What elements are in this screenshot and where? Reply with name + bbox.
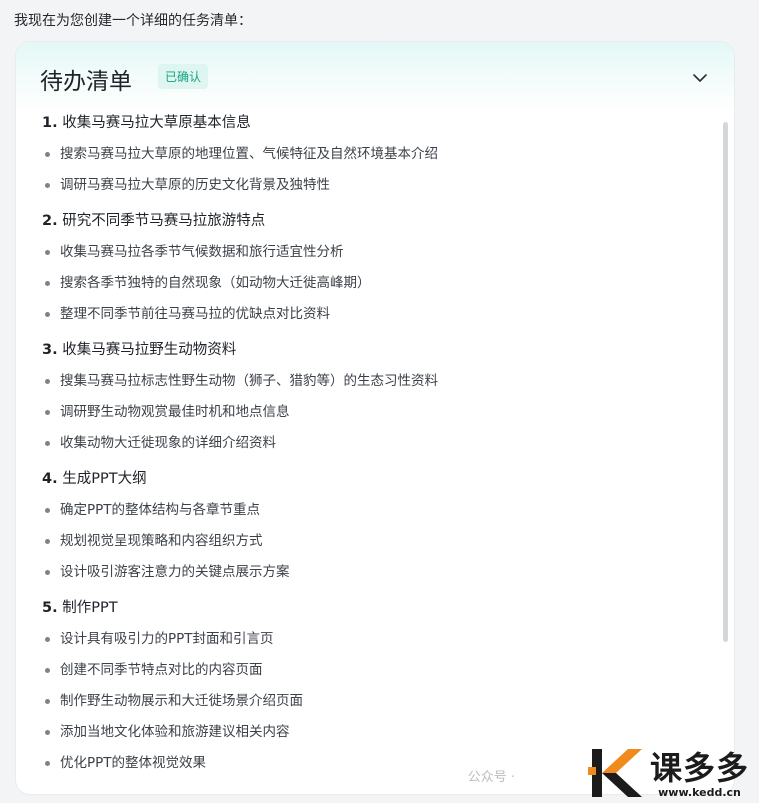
section-title-text: 收集马赛马拉野生动物资料: [62, 342, 237, 358]
logo-url-text: www.kedd.cn: [658, 786, 741, 799]
bullet-icon: [45, 730, 50, 735]
list-item-text: 添加当地文化体验和旅游建议相关内容: [60, 724, 290, 740]
section-number: 4.: [42, 471, 58, 487]
bullet-icon: [45, 761, 50, 766]
section-number: 1.: [42, 115, 58, 131]
bullet-icon: [45, 570, 50, 575]
section-title: 1. 收集马赛马拉大草原基本信息: [42, 108, 714, 139]
bullet-icon: [45, 281, 50, 286]
list-item: 收集动物大迁徙现象的详细介绍资料: [42, 428, 714, 459]
list-item: 规划视觉呈现策略和内容组织方式: [42, 526, 714, 557]
list-item-text: 搜索各季节独特的自然现象（如动物大迁徙高峰期）: [60, 275, 371, 291]
bullet-icon: [45, 441, 50, 446]
kedd-logo-icon: [587, 749, 642, 797]
list-item-text: 整理不同季节前往马赛马拉的优缺点对比资料: [60, 306, 330, 322]
section-title: 2. 研究不同季节马赛马拉旅游特点: [42, 206, 714, 237]
watermark-wechat-text: 公众号 ·: [467, 770, 515, 785]
watermark-logo: 课多多 www.kedd.cn: [587, 747, 749, 799]
card-header[interactable]: 待办清单 已确认: [16, 42, 734, 112]
list-item-text: 确定PPT的整体结构与各章节重点: [60, 502, 261, 518]
bullet-icon: [45, 312, 50, 317]
list-item: 调研马赛马拉大草原的历史文化背景及独特性: [42, 170, 714, 201]
list-item-text: 搜索马赛马拉大草原的地理位置、气候特征及自然环境基本介绍: [60, 146, 438, 162]
list-item-text: 搜集马赛马拉标志性野生动物（狮子、猎豹等）的生态习性资料: [60, 373, 438, 389]
list-item: 调研野生动物观赏最佳时机和地点信息: [42, 397, 714, 428]
list-item-text: 创建不同季节特点对比的内容页面: [60, 662, 263, 678]
bullet-icon: [45, 699, 50, 704]
list-item: 设计吸引游客注意力的关键点展示方案: [42, 557, 714, 588]
list-item-text: 设计具有吸引力的PPT封面和引言页: [60, 631, 274, 647]
bullet-icon: [45, 508, 50, 513]
task-list: 1. 收集马赛马拉大草原基本信息搜索马赛马拉大草原的地理位置、气候特征及自然环境…: [42, 108, 714, 779]
scrollbar[interactable]: [723, 122, 728, 642]
section-title-text: 收集马赛马拉大草原基本信息: [62, 115, 251, 131]
bullet-icon: [45, 410, 50, 415]
section-title: 4. 生成PPT大纲: [42, 464, 714, 495]
list-item-text: 调研马赛马拉大草原的历史文化背景及独特性: [60, 177, 330, 193]
list-item-text: 调研野生动物观赏最佳时机和地点信息: [60, 404, 290, 420]
list-item: 确定PPT的整体结构与各章节重点: [42, 495, 714, 526]
section-title-text: 生成PPT大纲: [62, 471, 147, 487]
list-item-text: 规划视觉呈现策略和内容组织方式: [60, 533, 263, 549]
chevron-down-icon[interactable]: [692, 70, 708, 86]
section-number: 5.: [42, 600, 58, 616]
list-item: 添加当地文化体验和旅游建议相关内容: [42, 717, 714, 748]
card-title: 待办清单: [40, 69, 132, 95]
section-title: 3. 收集马赛马拉野生动物资料: [42, 335, 714, 366]
list-item-text: 设计吸引游客注意力的关键点展示方案: [60, 564, 290, 580]
list-item: 搜索马赛马拉大草原的地理位置、气候特征及自然环境基本介绍: [42, 139, 714, 170]
bullet-icon: [45, 250, 50, 255]
list-item: 搜集马赛马拉标志性野生动物（狮子、猎豹等）的生态习性资料: [42, 366, 714, 397]
bullet-icon: [45, 539, 50, 544]
section-title-text: 研究不同季节马赛马拉旅游特点: [62, 213, 266, 229]
list-item: 搜索各季节独特的自然现象（如动物大迁徙高峰期）: [42, 268, 714, 299]
bullet-icon: [45, 183, 50, 188]
list-item-text: 收集马赛马拉各季节气候数据和旅行适宜性分析: [60, 244, 344, 260]
list-item: 设计具有吸引力的PPT封面和引言页: [42, 624, 714, 655]
section-title-text: 制作PPT: [62, 600, 118, 616]
todo-card: 待办清单 已确认 1. 收集马赛马拉大草原基本信息搜索马赛马拉大草原的地理位置、…: [16, 42, 734, 794]
section-number: 3.: [42, 342, 58, 358]
bullet-icon: [45, 379, 50, 384]
list-item: 制作野生动物展示和大迁徙场景介绍页面: [42, 686, 714, 717]
list-item: 收集马赛马拉各季节气候数据和旅行适宜性分析: [42, 237, 714, 268]
list-item-text: 优化PPT的整体视觉效果: [60, 755, 207, 771]
bullet-icon: [45, 637, 50, 642]
status-badge: 已确认: [158, 64, 209, 89]
list-item: 整理不同季节前往马赛马拉的优缺点对比资料: [42, 299, 714, 330]
bullet-icon: [45, 668, 50, 673]
section-number: 2.: [42, 213, 58, 229]
bullet-icon: [45, 152, 50, 157]
list-item: 创建不同季节特点对比的内容页面: [42, 655, 714, 686]
list-item-text: 制作野生动物展示和大迁徙场景介绍页面: [60, 693, 303, 709]
intro-text: 我现在为您创建一个详细的任务清单：: [14, 13, 252, 29]
list-item-text: 收集动物大迁徙现象的详细介绍资料: [60, 435, 276, 451]
logo-main-text: 课多多: [649, 749, 749, 787]
section-title: 5. 制作PPT: [42, 593, 714, 624]
